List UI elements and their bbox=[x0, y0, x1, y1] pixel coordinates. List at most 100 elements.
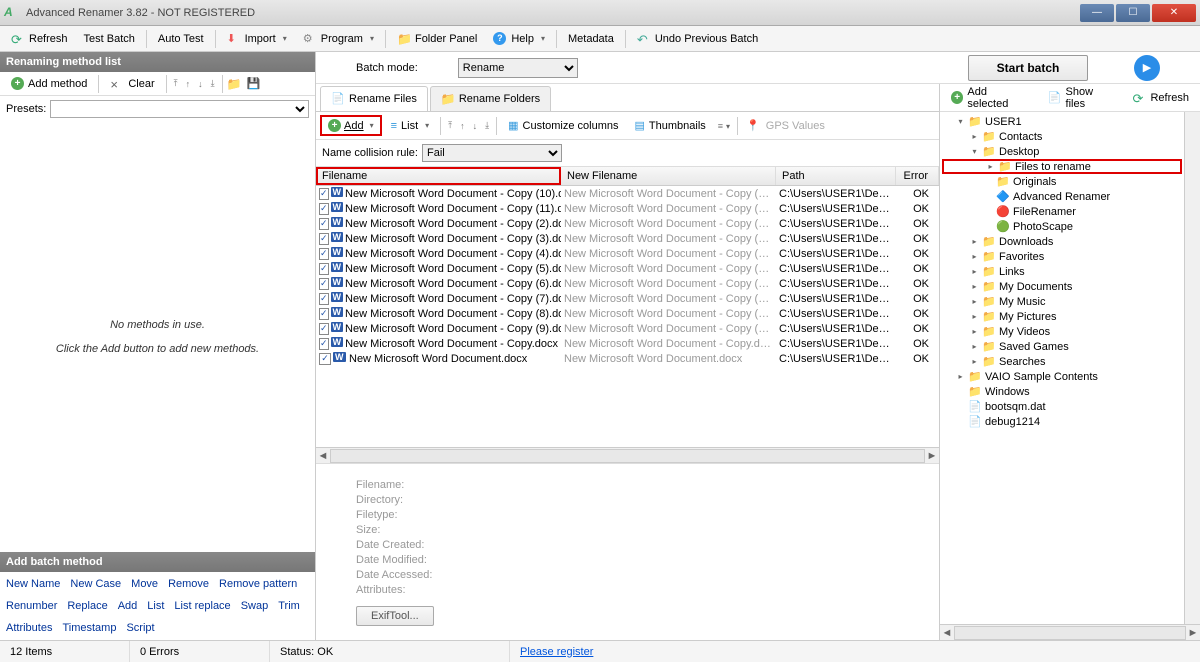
sort-up-icon[interactable]: ↑ bbox=[457, 121, 468, 131]
table-row[interactable]: New Microsoft Word Document - Copy.docxN… bbox=[316, 336, 939, 351]
col-path[interactable]: Path bbox=[776, 167, 896, 185]
minimize-button[interactable]: — bbox=[1080, 4, 1114, 22]
batch-method-move[interactable]: Move bbox=[131, 578, 158, 590]
batch-method-list[interactable]: List bbox=[147, 600, 164, 612]
exiftool-button[interactable]: ExifTool... bbox=[356, 606, 434, 626]
batch-method-new-name[interactable]: New Name bbox=[6, 578, 60, 590]
tree-node[interactable]: ▸📁Favorites bbox=[942, 249, 1182, 264]
pin-icon[interactable]: 📍 bbox=[746, 119, 760, 132]
add-selected-button[interactable]: Add selected bbox=[944, 82, 1035, 114]
checkbox-icon[interactable] bbox=[319, 263, 329, 275]
col-filename[interactable]: Filename bbox=[316, 167, 561, 185]
table-row[interactable]: New Microsoft Word Document - Copy (2).d… bbox=[316, 216, 939, 231]
tree-node[interactable]: 📄debug1214 bbox=[942, 414, 1182, 429]
tree-node[interactable]: ▸📁Contacts bbox=[942, 129, 1182, 144]
expand-icon[interactable]: ▸ bbox=[970, 357, 979, 366]
tree-node[interactable]: ▸📁Searches bbox=[942, 354, 1182, 369]
expand-icon[interactable]: ▸ bbox=[970, 237, 979, 246]
expand-icon[interactable]: ▸ bbox=[970, 327, 979, 336]
folder-tree[interactable]: ▾📁USER1▸📁Contacts▾📁Desktop▸📁Files to ren… bbox=[940, 112, 1184, 624]
table-row[interactable]: New Microsoft Word Document - Copy (6).d… bbox=[316, 276, 939, 291]
test-batch-button[interactable]: Test Batch bbox=[77, 29, 142, 49]
checkbox-icon[interactable] bbox=[319, 353, 331, 365]
table-row[interactable]: New Microsoft Word Document.docxNew Micr… bbox=[316, 351, 939, 366]
expand-icon[interactable]: ▸ bbox=[970, 297, 979, 306]
move-top-icon[interactable]: ⤒ bbox=[171, 78, 181, 89]
tree-node[interactable]: ▸📁My Documents bbox=[942, 279, 1182, 294]
checkbox-icon[interactable] bbox=[319, 233, 329, 245]
add-method-button[interactable]: Add method bbox=[4, 73, 94, 94]
tab-rename-files[interactable]: Rename Files bbox=[320, 86, 428, 111]
tree-node[interactable]: ▸📁My Videos bbox=[942, 324, 1182, 339]
show-files-button[interactable]: 📄Show files bbox=[1041, 82, 1120, 114]
table-row[interactable]: New Microsoft Word Document - Copy (7).d… bbox=[316, 291, 939, 306]
tree-refresh-button[interactable]: Refresh bbox=[1125, 87, 1196, 109]
checkbox-icon[interactable] bbox=[319, 323, 329, 335]
tree-node[interactable]: ▸📁VAIO Sample Contents bbox=[942, 369, 1182, 384]
tree-node[interactable]: 🔷Advanced Renamer bbox=[942, 189, 1182, 204]
checkbox-icon[interactable] bbox=[319, 248, 329, 260]
auto-test-button[interactable]: Auto Test bbox=[151, 29, 211, 49]
tree-node[interactable]: ▸📁Saved Games bbox=[942, 339, 1182, 354]
sort-down-icon[interactable]: ↓ bbox=[470, 121, 481, 131]
move-down-icon[interactable]: ↓ bbox=[195, 79, 206, 89]
table-row[interactable]: New Microsoft Word Document - Copy (10).… bbox=[316, 186, 939, 201]
tree-node[interactable]: ▸📁Downloads bbox=[942, 234, 1182, 249]
open-folder-icon[interactable] bbox=[227, 77, 241, 91]
save-icon[interactable]: 💾 bbox=[247, 77, 261, 90]
size-menu[interactable]: ≡ bbox=[715, 121, 733, 131]
table-row[interactable]: New Microsoft Word Document - Copy (3).d… bbox=[316, 231, 939, 246]
batch-method-renumber[interactable]: Renumber bbox=[6, 600, 57, 612]
files-grid[interactable]: Filename New Filename Path Error New Mic… bbox=[316, 167, 939, 447]
program-menu[interactable]: Program bbox=[296, 28, 381, 50]
batch-method-add[interactable]: Add bbox=[118, 600, 138, 612]
import-menu[interactable]: Import bbox=[220, 28, 294, 50]
tree-node[interactable]: ▾📁USER1 bbox=[942, 114, 1182, 129]
expand-icon[interactable]: ▸ bbox=[986, 162, 995, 171]
start-batch-button[interactable]: Start batch bbox=[968, 55, 1088, 81]
metadata-button[interactable]: Metadata bbox=[561, 29, 621, 49]
customize-columns-button[interactable]: ▦Customize columns bbox=[501, 115, 625, 136]
expand-icon[interactable]: ▾ bbox=[970, 147, 979, 156]
expand-icon[interactable]: ▸ bbox=[970, 282, 979, 291]
expand-icon[interactable] bbox=[984, 222, 993, 231]
sort-top-icon[interactable]: ⤒ bbox=[445, 120, 455, 131]
checkbox-icon[interactable] bbox=[319, 338, 329, 350]
tree-node[interactable]: 📁Originals bbox=[942, 174, 1182, 189]
checkbox-icon[interactable] bbox=[319, 188, 329, 200]
folder-panel-button[interactable]: Folder Panel bbox=[390, 28, 484, 50]
close-button[interactable]: ✕ bbox=[1152, 4, 1196, 22]
thumbnails-button[interactable]: ▤Thumbnails bbox=[628, 115, 713, 136]
table-row[interactable]: New Microsoft Word Document - Copy (5).d… bbox=[316, 261, 939, 276]
col-newname[interactable]: New Filename bbox=[561, 167, 776, 185]
checkbox-icon[interactable] bbox=[319, 308, 329, 320]
grid-hscroll[interactable]: ◄► bbox=[316, 447, 939, 463]
register-link[interactable]: Please register bbox=[510, 641, 603, 662]
add-files-button[interactable]: Add bbox=[320, 115, 382, 136]
tree-node[interactable]: ▸📁Files to rename bbox=[942, 159, 1182, 174]
tree-node[interactable]: ▸📁Links bbox=[942, 264, 1182, 279]
expand-icon[interactable] bbox=[984, 192, 993, 201]
table-row[interactable]: New Microsoft Word Document - Copy (11).… bbox=[316, 201, 939, 216]
clear-button[interactable]: Clear bbox=[103, 73, 161, 95]
expand-icon[interactable] bbox=[956, 402, 965, 411]
batch-method-trim[interactable]: Trim bbox=[278, 600, 300, 612]
expand-icon[interactable]: ▸ bbox=[970, 267, 979, 276]
collision-select[interactable]: Fail bbox=[422, 144, 562, 162]
table-row[interactable]: New Microsoft Word Document - Copy (8).d… bbox=[316, 306, 939, 321]
move-up-icon[interactable]: ↑ bbox=[183, 79, 194, 89]
help-menu[interactable]: Help bbox=[486, 28, 552, 50]
tree-node[interactable]: 📄bootsqm.dat bbox=[942, 399, 1182, 414]
expand-icon[interactable]: ▸ bbox=[970, 342, 979, 351]
refresh-button[interactable]: Refresh bbox=[4, 28, 75, 50]
tree-node[interactable]: 🟢PhotoScape bbox=[942, 219, 1182, 234]
tree-vscroll[interactable] bbox=[1184, 112, 1200, 624]
expand-icon[interactable]: ▸ bbox=[956, 372, 965, 381]
presets-select[interactable] bbox=[50, 100, 309, 118]
tab-rename-folders[interactable]: Rename Folders bbox=[430, 86, 551, 111]
checkbox-icon[interactable] bbox=[319, 218, 329, 230]
tree-node[interactable]: ▾📁Desktop bbox=[942, 144, 1182, 159]
table-row[interactable]: New Microsoft Word Document - Copy (4).d… bbox=[316, 246, 939, 261]
batch-method-remove[interactable]: Remove bbox=[168, 578, 209, 590]
tree-node[interactable]: 📁Windows bbox=[942, 384, 1182, 399]
